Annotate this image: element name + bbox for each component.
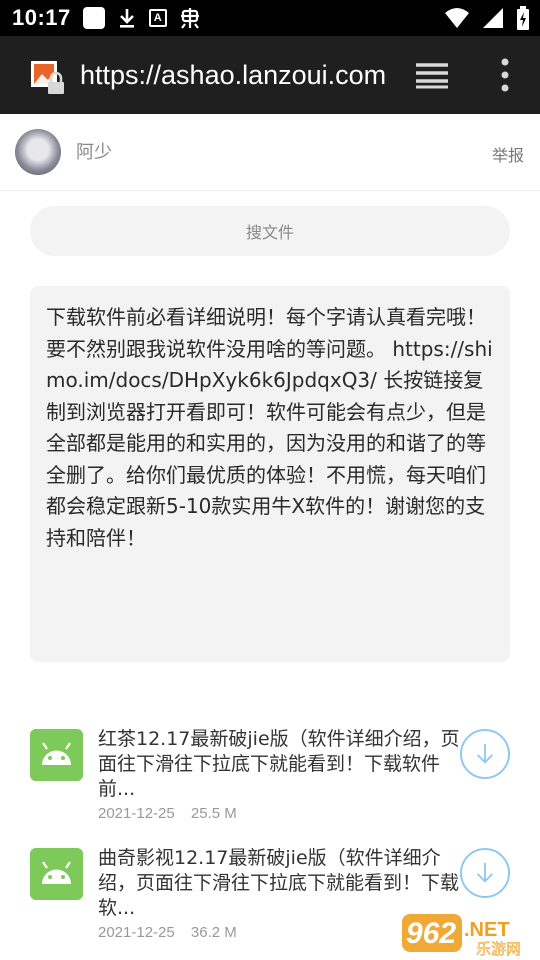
download-icon [119,9,134,28]
url-bar[interactable]: https://ashao.lanzoui.com [80,60,386,91]
file-date: 2021-12-25 [98,805,175,822]
download-button[interactable] [460,848,510,898]
square-icon [82,7,105,29]
a-icon: A [148,9,167,27]
file-size: 36.2 M [190,924,237,941]
status-time: 10:17 [12,5,71,30]
watermark-suffix: .NET [464,919,510,941]
android-app-icon [30,848,83,900]
description-text: 下载软件前必看详细说明！每个字请认真看完哦！ 要不然别跟我说软件没用啥的等问题。… [30,286,510,662]
status-bar: 10:17 A [0,0,540,36]
tabs-icon[interactable] [414,61,450,89]
more-menu-icon[interactable] [495,58,515,92]
watermark-logo: 962 .NET 乐游网 [402,914,521,958]
file-meta: 2021-12-25 25.5 M [98,805,237,822]
bug-icon [180,8,199,29]
file-name[interactable]: 红茶12.17最新破jie版（软件详细介绍，页面往下滑往下拉底下就能看到！下载软… [98,727,470,802]
site-lock-icon[interactable] [30,60,66,96]
avatar[interactable] [15,129,61,175]
file-date: 2021-12-25 [98,924,175,941]
report-link[interactable]: 举报 [492,142,524,166]
android-app-icon [30,729,83,781]
download-button[interactable] [460,729,510,779]
search-input[interactable]: 搜文件 [30,206,510,256]
watermark-site-name: 乐游网 [476,940,521,958]
signal-icon [483,8,503,28]
user-name[interactable]: 阿少 [76,138,112,164]
browser-toolbar: https://ashao.lanzoui.com [0,36,540,114]
file-item[interactable]: 红茶12.17最新破jie版（软件详细介绍，页面往下滑往下拉底下就能看到！下载软… [30,727,510,839]
file-meta: 2021-12-25 36.2 M [98,924,237,941]
file-size: 25.5 M [190,805,237,822]
watermark-number: 962 [406,917,456,950]
battery-icon [517,6,529,30]
wifi-icon [445,8,469,28]
user-header: 阿少 举报 [0,114,540,191]
